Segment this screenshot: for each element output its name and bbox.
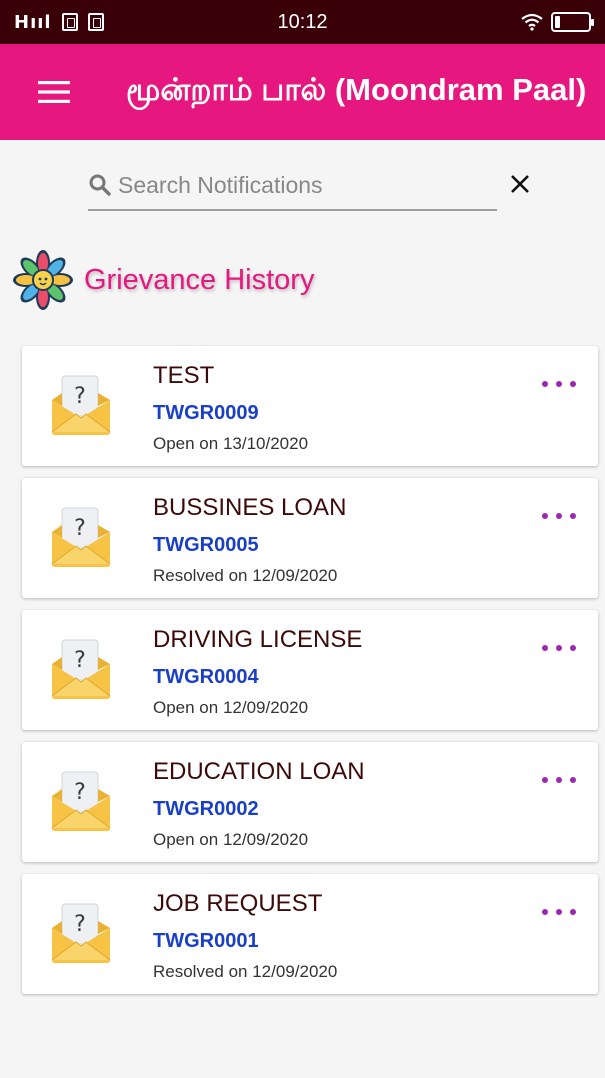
more-dot	[556, 645, 562, 651]
envelope-question-icon: ?	[51, 375, 111, 435]
section-header: Grievance History	[12, 248, 314, 312]
signal-icon: Hııl	[14, 11, 52, 33]
menu-button[interactable]	[18, 44, 90, 140]
mandala-icon	[13, 250, 73, 310]
status-left: Hııl	[14, 12, 104, 33]
svg-text:?: ?	[74, 516, 86, 541]
grievance-card[interactable]: ? TEST TWGR0009 Open on 13/10/2020	[22, 346, 598, 466]
more-dot	[542, 645, 548, 651]
grievance-status: Open on 12/09/2020	[153, 830, 309, 849]
search-icon	[89, 174, 111, 196]
wifi-icon	[521, 13, 543, 31]
svg-text:?: ?	[74, 912, 86, 937]
envelope-question-icon: ?	[51, 507, 111, 567]
grievance-title: TEST	[153, 362, 215, 389]
status-bar: Hııl 10:12	[0, 0, 605, 44]
more-options-button[interactable]	[542, 638, 576, 658]
grievance-status: Open on 13/10/2020	[153, 434, 309, 453]
section-title: Grievance History	[84, 263, 315, 296]
more-dot	[570, 381, 576, 387]
more-options-button[interactable]	[542, 506, 576, 526]
envelope-question-icon: ?	[51, 903, 111, 963]
grievance-id: TWGR0009	[153, 402, 259, 424]
svg-text:?: ?	[74, 384, 86, 409]
close-search-button[interactable]	[502, 166, 538, 202]
more-options-button[interactable]	[542, 770, 576, 790]
grievance-id: TWGR0001	[153, 930, 259, 952]
more-options-button[interactable]	[542, 902, 576, 922]
more-dot	[542, 777, 548, 783]
close-icon	[511, 175, 529, 193]
more-dot	[542, 381, 548, 387]
app-bar: மூன்றாம் பால் (Moondram Paal)	[0, 44, 605, 140]
status-right	[521, 12, 594, 32]
more-dot	[542, 513, 548, 519]
more-dot	[556, 513, 562, 519]
more-dot	[542, 909, 548, 915]
search-box[interactable]	[88, 161, 497, 211]
sim-icon	[61, 13, 78, 31]
sim-icon	[87, 13, 104, 31]
more-dot	[570, 777, 576, 783]
more-dot	[570, 909, 576, 915]
more-dot	[556, 777, 562, 783]
grievance-title: EDUCATION LOAN	[153, 758, 365, 785]
battery-icon	[551, 12, 594, 32]
envelope-question-icon: ?	[51, 771, 111, 831]
grievance-title: BUSSINES LOAN	[153, 494, 347, 521]
search-row	[88, 160, 538, 212]
app-title: மூன்றாம் பால் (Moondram Paal)	[126, 72, 587, 107]
envelope-question-icon: ?	[51, 639, 111, 699]
grievance-status: Resolved on 12/09/2020	[153, 566, 338, 585]
grievance-title: DRIVING LICENSE	[153, 626, 363, 653]
grievance-id: TWGR0002	[153, 798, 259, 820]
svg-text:?: ?	[74, 780, 86, 805]
svg-text:?: ?	[74, 648, 86, 673]
search-input[interactable]	[118, 171, 488, 199]
grievance-title: JOB REQUEST	[153, 890, 323, 917]
grievance-id: TWGR0004	[153, 666, 259, 688]
status-time: 10:12	[277, 10, 328, 33]
more-options-button[interactable]	[542, 374, 576, 394]
grievance-card[interactable]: ? DRIVING LICENSE TWGR0004 Open on 12/09…	[22, 610, 598, 730]
grievance-card[interactable]: ? JOB REQUEST TWGR0001 Resolved on 12/09…	[22, 874, 598, 994]
grievance-status: Resolved on 12/09/2020	[153, 962, 338, 981]
menu-icon	[38, 81, 70, 103]
grievance-status: Open on 12/09/2020	[153, 698, 309, 717]
more-dot	[570, 645, 576, 651]
grievance-id: TWGR0005	[153, 534, 259, 556]
more-dot	[556, 909, 562, 915]
grievance-card[interactable]: ? EDUCATION LOAN TWGR0002 Open on 12/09/…	[22, 742, 598, 862]
more-dot	[556, 381, 562, 387]
grievance-card[interactable]: ? BUSSINES LOAN TWGR0005 Resolved on 12/…	[22, 478, 598, 598]
more-dot	[570, 513, 576, 519]
